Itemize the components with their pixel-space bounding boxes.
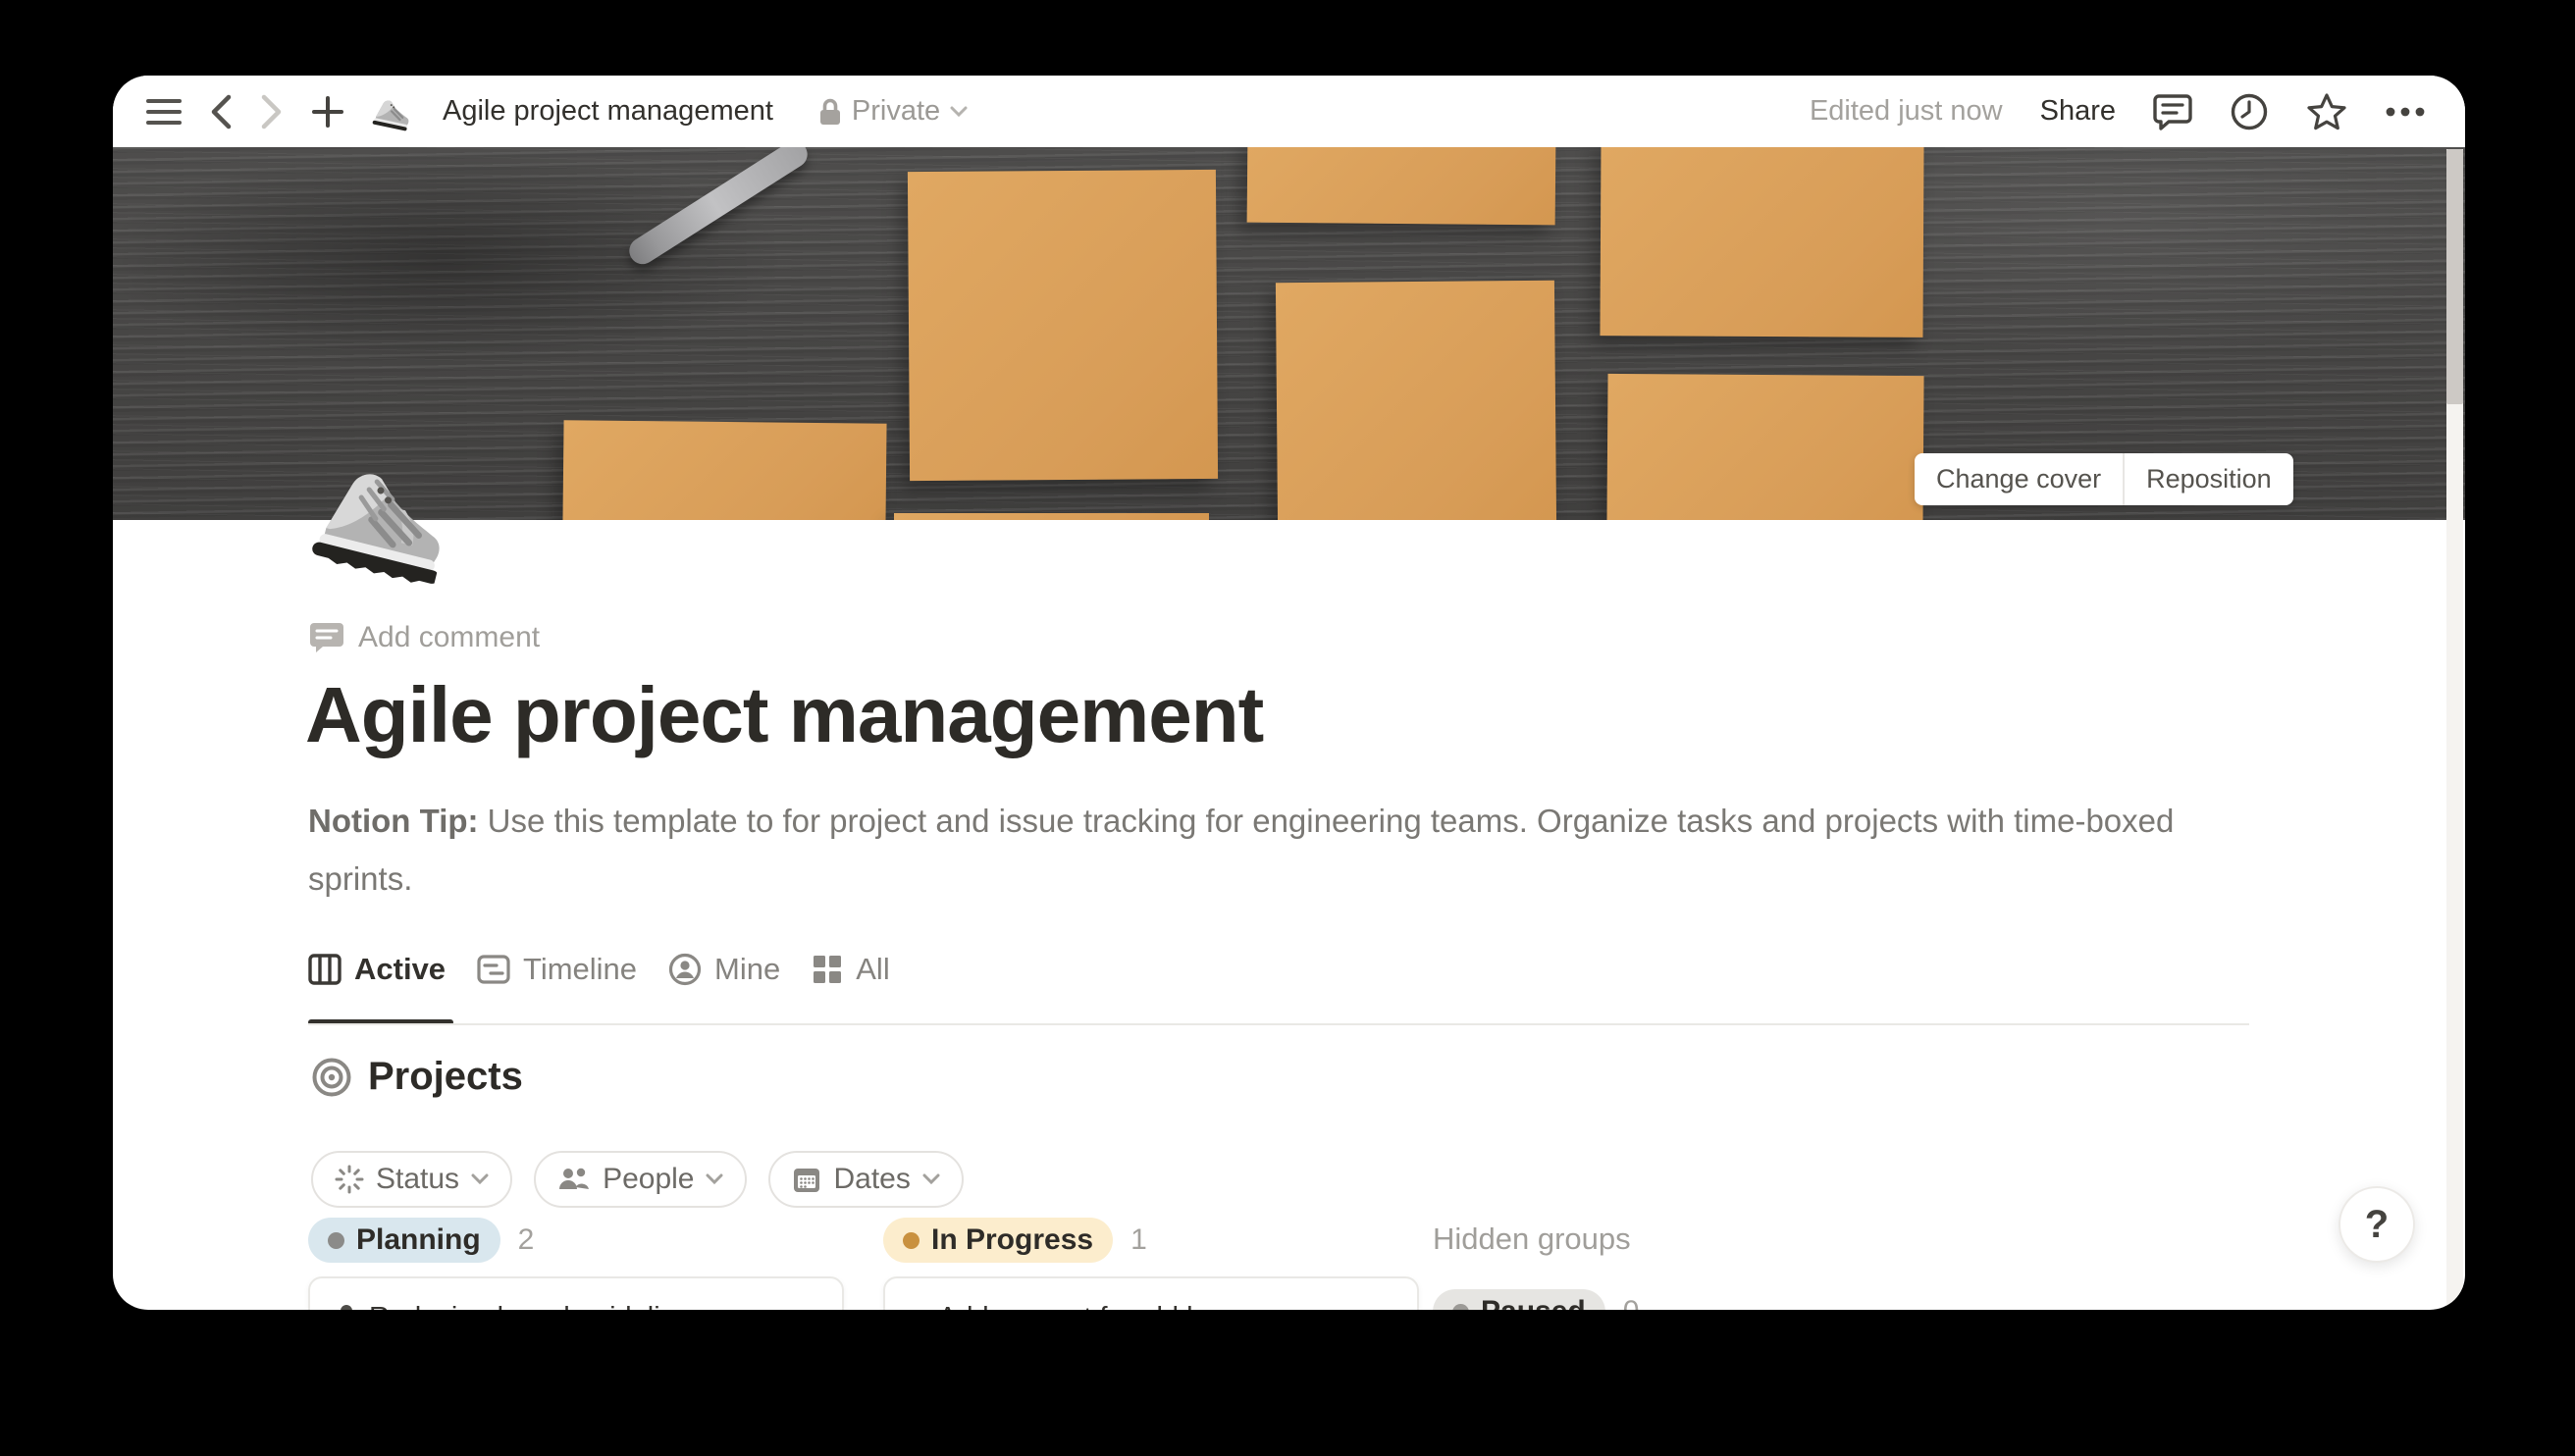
group-chip: Paused xyxy=(1433,1289,1605,1310)
tab-label: Active xyxy=(354,952,446,987)
projects-section-header: Projects xyxy=(311,1055,523,1099)
privacy-control[interactable]: Private xyxy=(818,95,968,128)
cover-buttons: Change cover Reposition xyxy=(1915,453,2293,505)
sticky-note xyxy=(1276,281,1556,520)
status-dot xyxy=(328,1232,344,1249)
cover-pen-photo xyxy=(624,147,813,269)
change-cover-button[interactable]: Change cover xyxy=(1915,453,2123,505)
chevron-down-icon xyxy=(471,1173,489,1185)
notion-tip-text: Use this template to for project and iss… xyxy=(308,803,2174,897)
tabs-divider xyxy=(308,1023,2249,1025)
chevron-down-icon xyxy=(950,106,968,118)
more-options-icon[interactable] xyxy=(2385,107,2426,117)
view-tabs: Active Timeline Mine All xyxy=(308,952,890,987)
updates-clock-icon[interactable] xyxy=(2230,92,2269,131)
sidebar-menu-icon[interactable] xyxy=(146,97,182,127)
tab-active[interactable]: Active xyxy=(308,952,446,987)
scrollbar-thumb[interactable] xyxy=(2446,149,2463,404)
sticky-note xyxy=(1606,374,1923,520)
new-page-icon[interactable] xyxy=(311,95,344,129)
add-comment-button[interactable]: Add comment xyxy=(309,621,540,654)
group-name: Paused xyxy=(1481,1295,1586,1310)
target-icon xyxy=(311,1057,352,1098)
sticky-note xyxy=(908,170,1218,481)
calendar-icon xyxy=(792,1165,821,1194)
filter-bar: Status People Dates xyxy=(311,1151,964,1208)
tab-mine[interactable]: Mine xyxy=(668,952,780,987)
share-button[interactable]: Share xyxy=(2040,95,2116,128)
group-header-planning[interactable]: Planning 2 xyxy=(308,1218,534,1263)
pin-icon xyxy=(336,1303,357,1310)
people-icon xyxy=(557,1166,591,1193)
favorite-star-icon[interactable] xyxy=(2306,92,2347,131)
tab-label: Timeline xyxy=(523,952,637,987)
tab-label: All xyxy=(856,952,889,987)
filter-status[interactable]: Status xyxy=(311,1151,512,1208)
notion-tip-bold: Notion Tip: xyxy=(308,803,479,839)
filter-label: Dates xyxy=(833,1163,910,1196)
group-chip: In Progress xyxy=(883,1218,1113,1263)
person-circle-icon xyxy=(668,953,702,986)
help-label: ? xyxy=(2365,1203,2389,1247)
group-name: Planning xyxy=(356,1223,481,1257)
back-icon[interactable] xyxy=(209,94,233,130)
comments-icon[interactable] xyxy=(2153,93,2192,130)
board-icon xyxy=(308,954,342,985)
status-dot xyxy=(1452,1304,1469,1311)
comment-bubble-icon xyxy=(309,621,344,654)
project-card[interactable]: Redesign brand guidelines xyxy=(308,1276,844,1310)
forward-icon[interactable] xyxy=(260,94,284,130)
group-header-in-progress[interactable]: In Progress 1 xyxy=(883,1218,1147,1263)
edited-status: Edited just now xyxy=(1810,95,2003,128)
group-header-paused[interactable]: Paused 0 xyxy=(1433,1289,1639,1310)
filter-people[interactable]: People xyxy=(534,1151,747,1208)
sticky-note xyxy=(894,513,1209,520)
status-spinner-icon xyxy=(335,1165,364,1194)
filter-dates[interactable]: Dates xyxy=(768,1151,963,1208)
help-button[interactable]: ? xyxy=(2339,1186,2415,1263)
privacy-label: Private xyxy=(852,95,940,128)
group-count: 0 xyxy=(1623,1295,1640,1310)
add-comment-label: Add comment xyxy=(358,621,540,654)
page-title[interactable]: Agile project management xyxy=(305,670,1263,760)
status-dot xyxy=(903,1232,920,1249)
chevron-down-icon xyxy=(706,1173,723,1185)
notion-tip: Notion Tip: Use this template to for pro… xyxy=(308,792,2222,908)
sticky-note xyxy=(1600,147,1923,338)
sticky-note xyxy=(1247,147,1556,225)
group-name: In Progress xyxy=(931,1223,1093,1257)
timeline-icon xyxy=(477,955,510,984)
sticky-note xyxy=(562,420,886,520)
tab-all[interactable]: All xyxy=(812,952,889,987)
hidden-groups-label: Hidden groups xyxy=(1433,1222,1631,1257)
lock-icon xyxy=(818,97,842,127)
chevron-down-icon xyxy=(922,1173,940,1185)
reposition-button[interactable]: Reposition xyxy=(2123,453,2293,505)
section-title[interactable]: Projects xyxy=(368,1055,523,1099)
breadcrumb-page-title[interactable]: Agile project management xyxy=(443,95,773,128)
project-card[interactable]: Add support for old browsers xyxy=(883,1276,1419,1310)
notion-window: Agile project management Private Edited … xyxy=(113,76,2465,1310)
filter-label: People xyxy=(603,1163,694,1196)
group-count: 1 xyxy=(1130,1223,1147,1257)
tab-timeline[interactable]: Timeline xyxy=(477,952,637,987)
cover-image: Change cover Reposition xyxy=(113,147,2465,520)
group-count: 2 xyxy=(518,1223,535,1257)
page-breadcrumb-shoe-icon xyxy=(372,94,411,130)
page-icon-shoe[interactable] xyxy=(312,442,449,587)
card-title: Redesign brand guidelines xyxy=(369,1300,706,1310)
card-title: Add support for old browsers xyxy=(938,1300,1302,1310)
grid-icon xyxy=(812,954,843,985)
group-chip: Planning xyxy=(308,1218,500,1263)
top-toolbar: Agile project management Private Edited … xyxy=(113,76,2465,147)
tab-label: Mine xyxy=(714,952,780,987)
filter-label: Status xyxy=(376,1163,459,1196)
